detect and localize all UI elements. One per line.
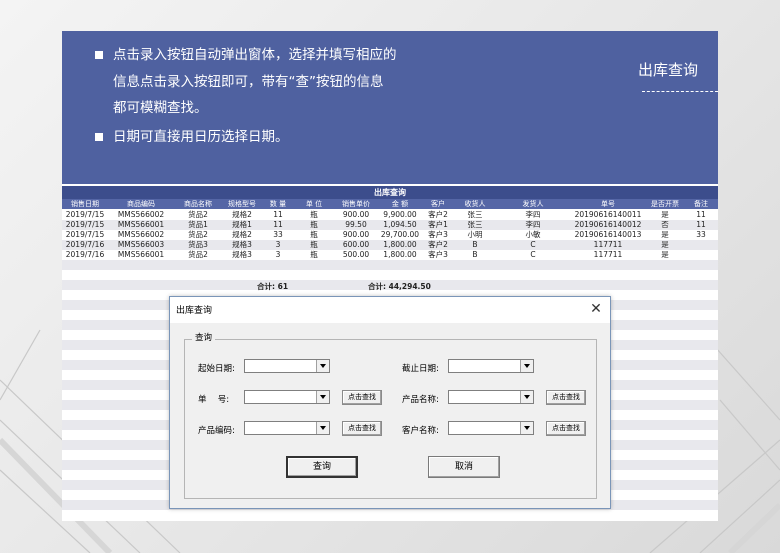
col-header: 单号 <box>601 200 615 208</box>
dropdown-button[interactable] <box>316 391 329 403</box>
dropdown-button[interactable] <box>316 360 329 372</box>
cancel-button[interactable]: 取消 <box>428 456 500 478</box>
table-title: 出库查询 <box>62 186 718 199</box>
query-dialog: 出库查询 ✕ 查询 起始日期: 截止日期: 单 号: 点击查找 产品名称: 点击… <box>169 296 611 509</box>
col-header: 数 量 <box>269 200 287 208</box>
dropdown-button[interactable] <box>316 422 329 434</box>
col-header: 商品名称 <box>184 200 212 208</box>
table-row: 2019/7/16 MMS566001 货品2 规格3 3 瓶 500.00 1… <box>65 250 669 259</box>
chevron-down-icon <box>320 395 326 399</box>
product-code-search-button[interactable]: 点击查找 <box>342 421 382 436</box>
total-amount: 合计: 44,294.50 <box>368 282 431 291</box>
table-header: 销售日期 商品编码 商品名称 规格型号 数 量 单 位 销售单价 金 额 客户 … <box>62 199 718 209</box>
table-row: 2019/7/15 MMS566002 货品2 规格2 33 瓶 900.00 … <box>65 230 706 239</box>
bullet1-line1: 点击录入按钮自动弹出窗体，选择并填写相应的 <box>113 47 397 63</box>
dropdown-button[interactable] <box>520 391 533 403</box>
product-name-search-button[interactable]: 点击查找 <box>546 390 586 405</box>
customer-name-combo[interactable] <box>448 421 534 435</box>
col-header: 销售日期 <box>71 200 99 208</box>
order-no-search-button[interactable]: 点击查找 <box>342 390 382 405</box>
col-header: 收货人 <box>464 200 486 208</box>
start-date-label: 起始日期: <box>198 364 235 374</box>
dialog-title: 出库查询 <box>176 306 213 316</box>
table-row: 2019/7/15 MMS566002 货品2 规格2 11 瓶 900.00 … <box>65 210 706 219</box>
col-header: 商品编码 <box>127 200 155 208</box>
order-no-combo[interactable] <box>244 390 330 404</box>
col-header: 金 额 <box>391 200 409 208</box>
chevron-down-icon <box>320 364 326 368</box>
product-code-combo[interactable] <box>244 421 330 435</box>
product-name-label: 产品名称: <box>402 395 439 405</box>
col-header: 规格型号 <box>228 200 256 208</box>
product-code-label: 产品编码: <box>198 426 235 436</box>
end-date-label: 截止日期: <box>402 364 439 374</box>
start-date-combo[interactable] <box>244 359 330 373</box>
query-group-label: 查询 <box>192 331 216 343</box>
bullet1-line2: 信息点击录入按钮即可，带有“查”按钮的信息 <box>113 74 384 90</box>
product-name-combo[interactable] <box>448 390 534 404</box>
customer-name-search-button[interactable]: 点击查找 <box>546 421 586 436</box>
chevron-down-icon <box>524 364 530 368</box>
bullet-square-icon <box>95 133 103 141</box>
bullet1-line3: 都可模糊查找。 <box>113 100 208 116</box>
chevron-down-icon <box>524 395 530 399</box>
dropdown-button[interactable] <box>520 422 533 434</box>
col-header: 发货人 <box>522 200 544 208</box>
close-icon[interactable]: ✕ <box>586 299 606 319</box>
chevron-down-icon <box>320 426 326 430</box>
col-header: 销售单价 <box>342 200 370 208</box>
col-header: 单 位 <box>305 200 323 208</box>
banner-title: 出库查询 <box>638 61 699 79</box>
bullet-square-icon <box>95 51 103 59</box>
col-header: 客户 <box>431 200 445 208</box>
chevron-down-icon <box>524 426 530 430</box>
query-button[interactable]: 查询 <box>286 456 358 478</box>
dialog-titlebar[interactable]: 出库查询 ✕ <box>170 297 610 323</box>
order-no-label: 单 号: <box>198 395 230 405</box>
table-row: 2019/7/15 MMS566001 货品1 规格1 11 瓶 99.50 1… <box>65 220 706 229</box>
banner-divider <box>642 91 718 92</box>
customer-name-label: 客户名称: <box>402 426 439 436</box>
col-header: 备注 <box>694 200 708 208</box>
bullet2-text: 日期可直接用日历选择日期。 <box>113 129 289 145</box>
col-header: 是否开票 <box>651 200 679 208</box>
end-date-combo[interactable] <box>448 359 534 373</box>
table-row: 2019/7/16 MMS566003 货品3 规格3 3 瓶 600.00 1… <box>65 240 669 249</box>
dropdown-button[interactable] <box>520 360 533 372</box>
instruction-banner: 点击录入按钮自动弹出窗体，选择并填写相应的 信息点击录入按钮即可，带有“查”按钮… <box>62 31 718 184</box>
total-quantity: 合计: 61 <box>257 282 289 291</box>
